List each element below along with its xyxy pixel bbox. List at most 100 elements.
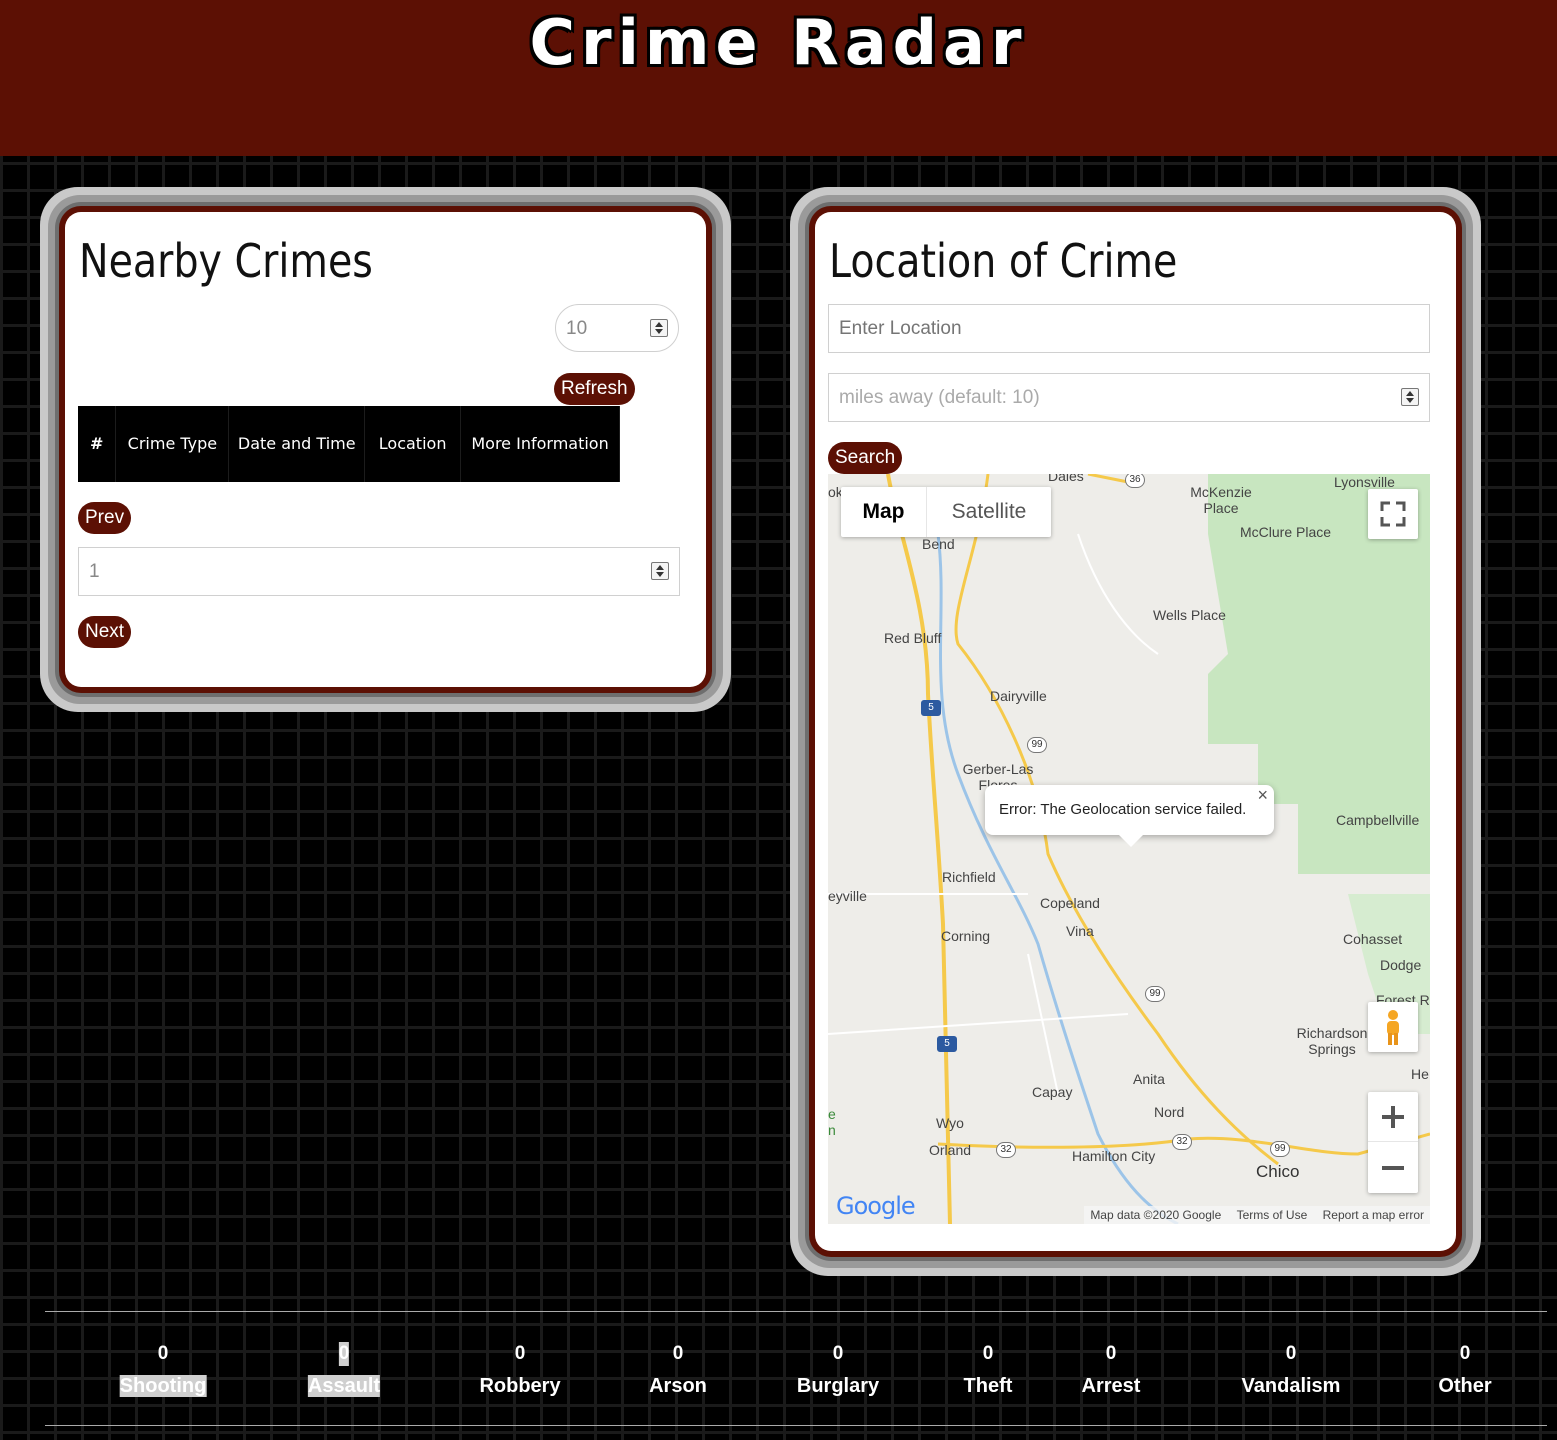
stat-label: Vandalism bbox=[1241, 1375, 1341, 1397]
column-header-crime-type[interactable]: Crime Type bbox=[115, 406, 230, 482]
map-label-dairyville: Dairyville bbox=[990, 688, 1047, 704]
column-header-number[interactable]: # bbox=[78, 406, 117, 482]
zoom-out-button[interactable] bbox=[1368, 1143, 1418, 1193]
map-label-anita: Anita bbox=[1133, 1071, 1165, 1087]
page-number-value: 1 bbox=[89, 561, 100, 582]
close-icon[interactable]: × bbox=[1257, 785, 1268, 806]
map-label-hamilton: Hamilton City bbox=[1072, 1148, 1156, 1164]
stat-label: Theft bbox=[963, 1375, 1013, 1397]
stat-count: 0 bbox=[157, 1343, 169, 1364]
map-type-map-button[interactable]: Map bbox=[841, 487, 927, 537]
geolocation-error-infowindow: Error: The Geolocation service failed. × bbox=[985, 785, 1274, 847]
route-36-shield: 36 bbox=[1125, 474, 1145, 488]
page-header: Crime Radar bbox=[0, 0, 1557, 156]
stat-label: Arson bbox=[649, 1375, 707, 1397]
prev-button[interactable]: Prev bbox=[78, 502, 132, 534]
interstate-5-shield: 5 bbox=[921, 700, 941, 716]
map-label-bend: Bend bbox=[922, 536, 955, 552]
map-label-cohasset: Cohasset bbox=[1343, 931, 1403, 947]
crime-count-input[interactable]: 10 bbox=[555, 304, 679, 352]
refresh-button[interactable]: Refresh bbox=[554, 373, 635, 405]
crime-count-value: 10 bbox=[566, 318, 588, 339]
column-header-location[interactable]: Location bbox=[364, 406, 462, 482]
miles-input[interactable]: miles away (default: 10) bbox=[828, 373, 1430, 422]
location-title: Location of Crime bbox=[829, 234, 1178, 288]
location-panel: Location of Crime miles away (default: 1… bbox=[790, 187, 1481, 1276]
route-32-shield-2: 32 bbox=[1172, 1134, 1192, 1150]
column-header-more-info[interactable]: More Information bbox=[460, 406, 620, 482]
map-label-richardson: Richardson Springs bbox=[1296, 1025, 1368, 1057]
zoom-in-button[interactable] bbox=[1368, 1092, 1418, 1142]
next-button[interactable]: Next bbox=[78, 616, 132, 648]
stat-count: 0 bbox=[338, 1342, 350, 1366]
map-label-eyville: eyville bbox=[828, 888, 867, 904]
table-header-row: # Crime Type Date and Time Location More… bbox=[78, 406, 620, 482]
map-label-nord: Nord bbox=[1154, 1104, 1185, 1120]
crime-stats-bar: 0 Shooting 0 Assault 0 Robbery 0 Arson 0… bbox=[45, 1311, 1547, 1426]
map-label-red-bluff: Red Bluff bbox=[884, 630, 942, 646]
map-label-campbellville: Campbellville bbox=[1336, 812, 1420, 828]
crime-count-stepper-icon[interactable] bbox=[650, 319, 668, 337]
stat-label: Other bbox=[1438, 1375, 1492, 1397]
map-terrain bbox=[828, 474, 1430, 1224]
map-label-lyonsville: Lyonsville bbox=[1334, 474, 1395, 490]
map-label-corning: Corning bbox=[941, 928, 991, 944]
stat-arson[interactable]: 0 Arson bbox=[649, 1342, 707, 1399]
stat-other[interactable]: 0 Other bbox=[1438, 1342, 1491, 1399]
stat-label: Robbery bbox=[479, 1375, 561, 1397]
road bbox=[1077, 533, 1159, 655]
stat-label: Assault bbox=[307, 1375, 381, 1397]
terms-of-use-link[interactable]: Terms of Use bbox=[1237, 1208, 1308, 1222]
map-label-richfield: Richfield bbox=[942, 869, 996, 885]
map-attribution-bar: Map data ©2020 Google Terms of Use Repor… bbox=[1084, 1206, 1430, 1224]
stat-count: 0 bbox=[514, 1343, 526, 1364]
map-label-mcclure: McClure Place bbox=[1240, 524, 1332, 540]
map-label-en: e n bbox=[828, 1106, 836, 1138]
map-view[interactable]: Dales McKenzie Place Lyonsville McClure … bbox=[828, 474, 1430, 1224]
miles-stepper-icon[interactable] bbox=[1401, 388, 1419, 406]
map-label-wells: Wells Place bbox=[1153, 607, 1226, 623]
stat-burglary[interactable]: 0 Burglary bbox=[797, 1342, 879, 1399]
stat-label: Arrest bbox=[1081, 1375, 1141, 1397]
location-input[interactable] bbox=[828, 304, 1430, 353]
fullscreen-icon bbox=[1380, 501, 1406, 527]
stat-robbery[interactable]: 0 Robbery bbox=[479, 1342, 560, 1399]
map-label-vina: Vina bbox=[1066, 923, 1094, 939]
route-99-shield: 99 bbox=[1027, 737, 1047, 753]
stat-theft[interactable]: 0 Theft bbox=[964, 1342, 1013, 1399]
stat-arrest[interactable]: 0 Arrest bbox=[1082, 1342, 1141, 1399]
map-data-attribution: Map data ©2020 Google bbox=[1090, 1208, 1222, 1222]
map-label-chico: Chico bbox=[1256, 1162, 1300, 1181]
stat-shooting[interactable]: 0 Shooting bbox=[119, 1342, 207, 1399]
fullscreen-button[interactable] bbox=[1368, 489, 1418, 539]
stat-assault[interactable]: 0 Assault bbox=[307, 1342, 381, 1399]
map-label-orland: Orland bbox=[929, 1142, 972, 1158]
map-label-dales: Dales bbox=[1048, 474, 1084, 484]
map-type-satellite-button[interactable]: Satellite bbox=[927, 487, 1051, 537]
street-view-pegman[interactable] bbox=[1368, 1002, 1418, 1052]
stat-count: 0 bbox=[672, 1343, 684, 1364]
report-map-error-link[interactable]: Report a map error bbox=[1323, 1208, 1424, 1222]
map-type-control: Map Satellite bbox=[841, 487, 1051, 537]
map-label-copeland: Copeland bbox=[1040, 895, 1100, 911]
stat-label: Shooting bbox=[119, 1375, 207, 1397]
column-header-date-time[interactable]: Date and Time bbox=[228, 406, 366, 482]
page-number-input[interactable]: 1 bbox=[78, 547, 680, 596]
minus-icon bbox=[1382, 1166, 1404, 1170]
stat-count: 0 bbox=[1105, 1343, 1117, 1364]
page-number-stepper-icon[interactable] bbox=[651, 562, 669, 580]
google-logo: Google bbox=[836, 1192, 916, 1220]
stat-count: 0 bbox=[832, 1343, 844, 1364]
nearby-crimes-panel: Nearby Crimes 10 Refresh # Crime Type Da… bbox=[40, 187, 731, 712]
search-button[interactable]: Search bbox=[828, 442, 903, 474]
stat-vandalism[interactable]: 0 Vandalism bbox=[1242, 1342, 1341, 1399]
stat-count: 0 bbox=[1285, 1343, 1297, 1364]
crimes-table: # Crime Type Date and Time Location More… bbox=[78, 406, 620, 482]
miles-placeholder: miles away (default: 10) bbox=[839, 387, 1040, 408]
stat-label: Burglary bbox=[796, 1375, 880, 1397]
route-99-shield-3: 99 bbox=[1270, 1141, 1290, 1157]
pegman-icon bbox=[1387, 1010, 1399, 1045]
route-99-shield-2: 99 bbox=[1145, 986, 1165, 1002]
map-label-wyo: Wyo bbox=[936, 1115, 964, 1131]
interstate-5-shield-2: 5 bbox=[937, 1036, 957, 1052]
